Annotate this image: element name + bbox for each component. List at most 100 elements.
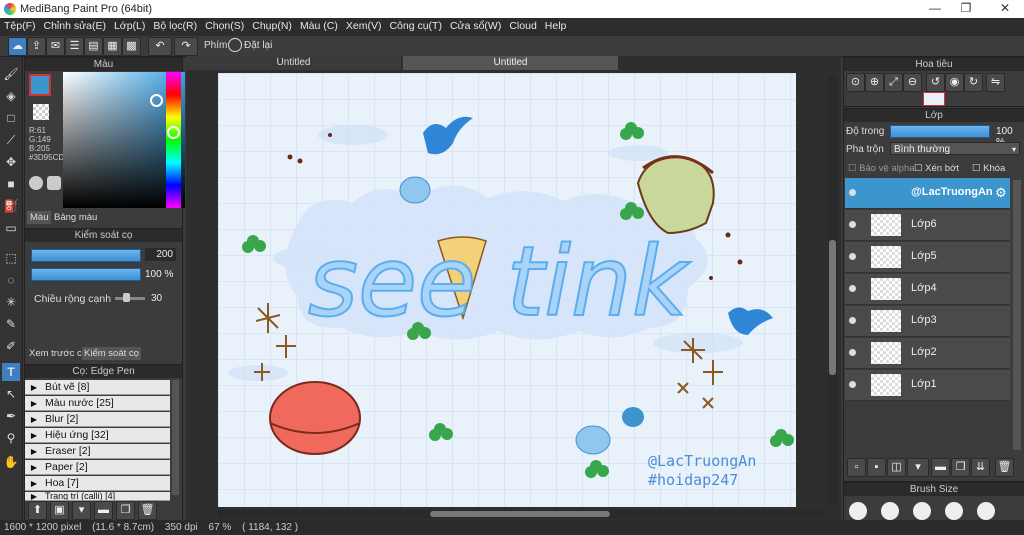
layer-opacity-slider[interactable]	[890, 125, 990, 138]
comment-icon[interactable]: ✉	[46, 37, 65, 56]
brush-group-item[interactable]: ▶ Paper [2]	[25, 460, 170, 475]
vertical-scrollbar[interactable]	[828, 75, 837, 505]
trash-icon[interactable]: 🗑	[995, 458, 1014, 477]
brush-group-item[interactable]: ▶ Màu nước [25]	[25, 396, 170, 411]
text-tool-icon[interactable]: T	[2, 363, 20, 381]
brush-group-item[interactable]: ▶ Bút vẽ [8]	[25, 380, 170, 395]
add-brush-icon[interactable]: ▣	[50, 501, 69, 520]
visibility-icon[interactable]	[849, 221, 856, 228]
horizontal-scroll-thumb[interactable]	[430, 511, 610, 517]
magic-wand-icon[interactable]: ✳	[2, 293, 20, 311]
menu-select[interactable]: Chọn(S)	[201, 18, 248, 32]
export-icon[interactable]: ⇪	[27, 37, 46, 56]
color-picker-icon[interactable]	[47, 176, 61, 190]
visibility-icon[interactable]	[849, 381, 856, 388]
menu-view[interactable]: Xem(V)	[342, 18, 386, 32]
visibility-icon[interactable]	[849, 189, 856, 196]
tab-untitled-1[interactable]: Untitled	[186, 56, 401, 70]
brush-opacity-slider[interactable]	[31, 268, 141, 281]
pen-icon[interactable]: ✒	[2, 407, 20, 425]
tab-brush-preview[interactable]: Xem trước cọ	[27, 347, 89, 360]
menu-tools[interactable]: Công cụ(T)	[385, 18, 446, 32]
menu-file[interactable]: Tệp(F)	[0, 18, 40, 32]
edge-width-slider[interactable]	[115, 297, 145, 300]
gradient-icon[interactable]: ▭	[2, 219, 20, 237]
vertical-scroll-thumb[interactable]	[829, 240, 836, 375]
eraser-icon[interactable]: ◈	[2, 87, 20, 105]
navigator-thumbnail[interactable]	[923, 92, 945, 106]
document-icon[interactable]: ▤	[84, 37, 103, 56]
menu-help[interactable]: Help	[541, 18, 571, 32]
clipping-checkbox[interactable]: ☐ Xén bớt	[914, 163, 959, 174]
duplicate-icon[interactable]: ❐	[116, 501, 135, 520]
zoom-reset-icon[interactable]: ⊙	[846, 73, 865, 92]
select-rect-icon[interactable]: ⬚	[2, 249, 20, 267]
redo-icon[interactable]: ↷	[174, 37, 198, 56]
zoom-in-icon[interactable]: ⊕	[865, 73, 884, 92]
brush-group-item[interactable]: ▶ Hoa [7]	[25, 476, 170, 491]
rectangle-icon[interactable]: □	[2, 109, 20, 127]
menu-window[interactable]: Cửa sổ(W)	[446, 18, 505, 32]
brush-group-item[interactable]: ▶ Eraser [2]	[25, 444, 170, 459]
reset-button[interactable]: Đặt lại	[244, 40, 272, 51]
bucket-icon[interactable]: ⛽	[2, 197, 20, 215]
brush-group-item[interactable]: ▶ Blur [2]	[25, 412, 170, 427]
move-icon[interactable]: ✥	[2, 153, 20, 171]
brush-group-item[interactable]: ▶ Hiệu ứng [32]	[25, 428, 170, 443]
menu-edit[interactable]: Chỉnh sửa(E)	[40, 18, 110, 32]
palette-icon[interactable]	[29, 176, 43, 190]
tiles-icon[interactable]: ▩	[122, 37, 141, 56]
brush-size-slider[interactable]	[31, 249, 141, 262]
grid-icon[interactable]: ▦	[103, 37, 122, 56]
layer-row[interactable]: Lớp6	[845, 210, 1010, 241]
zoom-out-icon[interactable]: ⊖	[903, 73, 922, 92]
new-halftone-layer-icon[interactable]: ▪	[867, 458, 886, 477]
eyedropper-icon[interactable]: ⚲	[2, 429, 20, 447]
folder-icon[interactable]: ▬	[931, 458, 950, 477]
close-button[interactable]: ✕	[990, 1, 1020, 17]
brush-settings-icon[interactable]: ▾	[72, 501, 91, 520]
brush-list-scrollbar[interactable]	[172, 380, 179, 495]
new-layer-icon[interactable]: ▫	[847, 458, 866, 477]
brush-size-preset[interactable]	[977, 502, 995, 520]
brush-group-item[interactable]: ▶ Trang trí (calli) [4]	[25, 492, 170, 501]
brush-size-preset[interactable]	[913, 502, 931, 520]
merge-icon[interactable]: ⇊	[971, 458, 990, 477]
layer-row[interactable]: Lớp5	[845, 242, 1010, 273]
rotate-left-icon[interactable]: ↺	[926, 73, 945, 92]
transparent-swatch[interactable]	[33, 104, 49, 120]
tab-palette[interactable]: Bảng màu	[51, 211, 100, 224]
add-layer-menu-icon[interactable]: ▾	[907, 458, 929, 477]
hand-icon[interactable]: ✋	[2, 453, 20, 471]
brush-size-preset[interactable]	[881, 502, 899, 520]
rotate-right-icon[interactable]: ↻	[964, 73, 983, 92]
tab-color[interactable]: Màu	[27, 211, 52, 224]
tab-brush-control[interactable]: Kiểm soát cọ	[82, 347, 141, 360]
line-icon[interactable]: ⟋	[2, 131, 20, 149]
layer-row-selected[interactable]: @LacTruongAn ⚙	[845, 178, 1010, 209]
menu-filter[interactable]: Bộ lọc(R)	[149, 18, 201, 32]
select-pen-icon[interactable]: ✎	[2, 315, 20, 333]
layer-row[interactable]: Lớp2	[845, 338, 1010, 369]
maximize-button[interactable]: ❐	[951, 1, 981, 17]
menu-layer[interactable]: Lớp(L)	[110, 18, 149, 32]
cloud-icon[interactable]: ☁	[8, 37, 27, 56]
layer-row[interactable]: Lớp3	[845, 306, 1010, 337]
new-8bit-layer-icon[interactable]: ◫	[887, 458, 906, 477]
layer-row[interactable]: Lớp4	[845, 274, 1010, 305]
brush-icon[interactable]: 🖌	[2, 65, 20, 83]
select-eraser-icon[interactable]: ✐	[2, 337, 20, 355]
duplicate-icon[interactable]: ❐	[951, 458, 970, 477]
visibility-icon[interactable]	[849, 253, 856, 260]
hue-slider[interactable]	[166, 72, 181, 208]
artwork-canvas[interactable]: see tink @LacTruongAn #hoidap247	[218, 73, 796, 507]
gear-icon[interactable]: ⚙	[995, 185, 1007, 201]
menu-snap[interactable]: Chụp(N)	[248, 18, 296, 32]
operation-icon[interactable]: ↖	[2, 385, 20, 403]
lasso-icon[interactable]: ◌	[2, 271, 20, 289]
layer-list-scrollbar[interactable]	[1013, 180, 1021, 450]
tab-untitled-2[interactable]: Untitled	[403, 56, 618, 70]
edge-width-thumb[interactable]	[123, 293, 130, 302]
flip-icon[interactable]: ⇋	[986, 73, 1005, 92]
visibility-icon[interactable]	[849, 285, 856, 292]
